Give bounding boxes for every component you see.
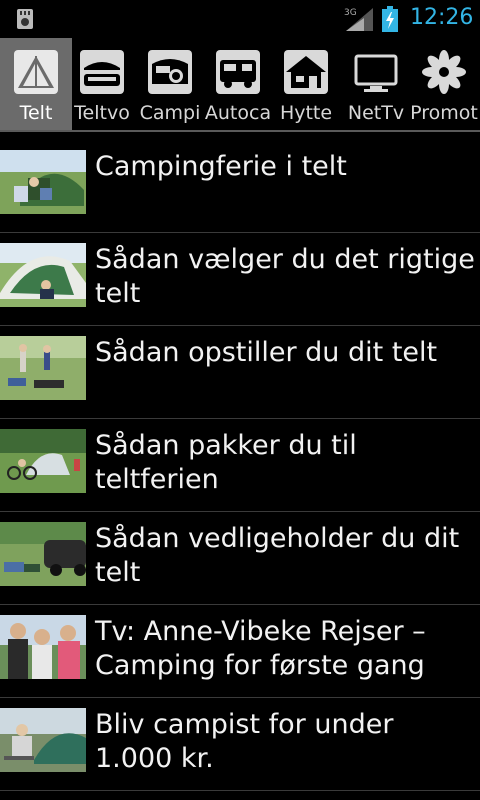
- battery-icon: [382, 6, 398, 32]
- article-title: Sådan opstiller du dit telt: [95, 337, 438, 368]
- tab-label: Hytte: [279, 102, 333, 124]
- caravan-icon: [148, 50, 192, 94]
- tent-trailer-icon: [80, 50, 124, 94]
- article-thumbnail: [0, 150, 86, 214]
- tab-teltvogn[interactable]: Teltvo: [66, 38, 138, 130]
- status-bar: 3G 12:26: [0, 0, 480, 38]
- list-item[interactable]: Sådan vælger du det rigtige telt: [0, 233, 480, 326]
- tab-label: Teltvo: [74, 102, 130, 124]
- list-item[interactable]: Sådan pakker du til teltferien: [0, 419, 480, 512]
- cabin-icon: [284, 50, 328, 94]
- article-title: Tv: Anne-Vibeke Rejser – Camping for før…: [95, 616, 426, 681]
- tab-campingvogn[interactable]: Campi: [134, 38, 206, 130]
- category-tabbar: Telt Teltvo Campi Autoca Hytte NetTv Pro…: [0, 38, 480, 132]
- tent-icon: [14, 50, 58, 94]
- clock: 12:26: [410, 5, 474, 30]
- tab-nettv[interactable]: NetTv: [340, 38, 412, 130]
- tab-label: Telt: [19, 102, 53, 124]
- tab-label: Promot: [410, 102, 478, 124]
- article-title: Sådan vælger du det rigtige telt: [95, 244, 475, 309]
- tab-promotion[interactable]: Promot: [408, 38, 480, 130]
- article-title: Campingferie i telt: [95, 151, 347, 182]
- signal-icon: 3G: [344, 8, 373, 31]
- article-title: Sådan pakker du til teltferien: [95, 430, 357, 495]
- sd-card-icon: [17, 9, 33, 29]
- tab-label: Campi: [139, 102, 201, 124]
- tv-icon: [354, 54, 398, 92]
- flower-icon: [422, 50, 466, 94]
- article-thumbnail: [0, 243, 86, 307]
- list-item[interactable]: Bliv campist for under 1.000 kr.: [0, 698, 480, 791]
- svg-text:3G: 3G: [344, 8, 357, 18]
- tab-label: NetTv: [347, 102, 405, 124]
- list-item[interactable]: Tv: Anne-Vibeke Rejser – Camping for før…: [0, 605, 480, 698]
- list-item[interactable]: Sådan opstiller du dit telt: [0, 326, 480, 419]
- tab-telt[interactable]: Telt: [0, 38, 72, 130]
- article-thumbnail: [0, 708, 86, 772]
- motorhome-icon: [216, 50, 260, 94]
- tab-label: Autoca: [204, 102, 272, 124]
- list-item[interactable]: Campingferie i telt: [0, 140, 480, 233]
- article-title: Sådan vedligeholder du dit telt: [95, 523, 460, 588]
- article-thumbnail: [0, 336, 86, 400]
- tab-hytte[interactable]: Hytte: [270, 38, 342, 130]
- list-item[interactable]: Sådan vedligeholder du dit telt: [0, 512, 480, 605]
- article-thumbnail: [0, 522, 86, 586]
- article-title: Bliv campist for under 1.000 kr.: [95, 709, 394, 774]
- article-thumbnail: [0, 429, 86, 493]
- tab-autocamper[interactable]: Autoca: [202, 38, 274, 130]
- article-thumbnail: [0, 615, 86, 679]
